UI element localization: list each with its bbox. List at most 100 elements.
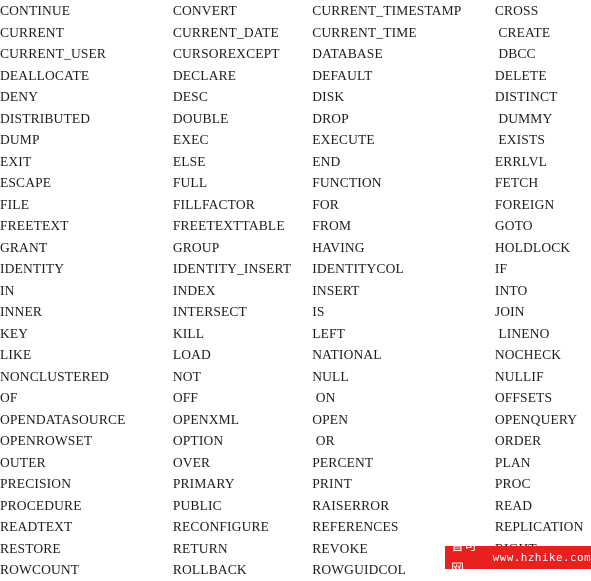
keyword-row: DEALLOCATE DECLARE DEFAULT DELETE — [0, 65, 591, 87]
keyword-cell: ORDER — [494, 433, 542, 448]
keyword-cell: OPENDATASOURCE — [0, 411, 126, 427]
keyword-cell: PUBLIC — [172, 497, 222, 513]
keyword-cell: IDENTITYCOL — [312, 261, 404, 276]
keyword-row: PROCEDURE PUBLIC RAISERROR READ — [0, 495, 591, 517]
keyword-cell: JOIN — [494, 304, 525, 319]
keyword-cell: RECONFIGURE — [172, 519, 270, 534]
watermark-badge: 智可网 www.hzhike.com — [445, 546, 591, 569]
keyword-row: DUMP EXEC EXECUTE EXISTS — [0, 129, 591, 151]
keyword-cell: FILE — [0, 196, 30, 212]
keyword-cell: OPENROWSET — [0, 433, 93, 448]
keyword-row: PRECISION PRIMARY PRINT PROC — [0, 473, 591, 495]
keyword-row: ESCAPE FULL FUNCTION FETCH — [0, 172, 591, 194]
keyword-row: OPENDATASOURCE OPENXML OPEN OPENQUERY — [0, 409, 591, 431]
keyword-cell: DBCC — [494, 46, 536, 61]
keyword-row: KEY KILL LEFT LINENO — [0, 323, 591, 345]
keyword-cell: CURSOREXCEPT — [172, 46, 280, 61]
keyword-cell: CURRENT_DATE — [172, 24, 279, 40]
keyword-cell: FILLFACTOR — [172, 196, 255, 212]
keyword-cell: FREETEXT — [0, 218, 69, 233]
keyword-cell: CONVERT — [172, 3, 237, 18]
keyword-row: OUTER OVER PERCENT PLAN — [0, 452, 591, 474]
keyword-cell: FREETEXTTABLE — [172, 218, 285, 233]
keyword-cell: DOUBLE — [172, 110, 229, 126]
keyword-cell: DISK — [312, 89, 345, 104]
keyword-cell: IF — [494, 261, 508, 276]
keyword-row: CURRENT_USER CURSOREXCEPT DATABASE DBCC — [0, 43, 591, 65]
keyword-cell: KEY — [0, 325, 29, 341]
keyword-cell: CROSS — [494, 3, 539, 18]
keyword-cell: NONCLUSTERED — [0, 368, 110, 384]
keyword-cell: INNER — [0, 304, 42, 319]
keyword-cell: HOLDLOCK — [494, 239, 571, 255]
keyword-cell: OUTER — [0, 454, 46, 470]
keyword-cell: PRIMARY — [172, 476, 235, 491]
keyword-cell: LIKE — [0, 347, 32, 362]
keyword-row: IDENTITY IDENTITY_INSERT IDENTITYCOL IF — [0, 258, 591, 280]
keyword-cell: DEFAULT — [312, 67, 373, 83]
keyword-cell: CURRENT_TIMESTAMP — [312, 3, 462, 18]
keyword-cell: NULLIF — [494, 368, 544, 384]
keyword-cell: DESC — [172, 89, 208, 104]
keyword-cell: IS — [312, 304, 325, 319]
keyword-cell: END — [312, 153, 341, 169]
keyword-cell: ESCAPE — [0, 175, 52, 190]
keyword-cell: NOT — [172, 368, 202, 384]
keyword-cell: RETURN — [172, 540, 228, 556]
keyword-cell: OFF — [172, 390, 199, 405]
keyword-cell: INDEX — [172, 282, 216, 298]
keyword-cell: DROP — [312, 110, 349, 126]
keyword-cell: FOREIGN — [494, 196, 555, 212]
keyword-cell: EXECUTE — [312, 132, 375, 147]
keyword-cell: DISTINCT — [494, 89, 558, 104]
keyword-cell: OVER — [172, 454, 211, 470]
keyword-cell: CREATE — [494, 24, 551, 40]
keyword-cell: ERRLVL — [494, 153, 547, 169]
keyword-cell: ELSE — [172, 153, 206, 169]
keyword-cell: PROC — [494, 476, 531, 491]
keyword-row: FILE FILLFACTOR FOR FOREIGN — [0, 194, 591, 216]
keyword-row: IN INDEX INSERT INTO — [0, 280, 591, 302]
keyword-cell: GOTO — [494, 218, 533, 233]
keyword-cell: LINENO — [494, 325, 550, 341]
keyword-cell: NOCHECK — [494, 347, 562, 362]
keyword-row: FREETEXT FREETEXTTABLE FROM GOTO — [0, 215, 591, 237]
keyword-cell: DECLARE — [172, 67, 237, 83]
keyword-cell: ROWCOUNT — [0, 562, 80, 577]
keyword-cell: DUMMY — [494, 110, 553, 126]
keyword-cell: IN — [0, 282, 15, 298]
keyword-cell: GROUP — [172, 239, 220, 255]
keyword-cell: OPENXML — [172, 411, 240, 427]
keyword-cell: INSERT — [312, 282, 360, 298]
keyword-cell: PERCENT — [312, 454, 374, 470]
keyword-cell: INTO — [494, 282, 528, 298]
keyword-cell: PRECISION — [0, 476, 72, 491]
keyword-cell: FUNCTION — [312, 175, 382, 190]
keyword-list-body: CONTINUE CONVERT CURRENT_TIMESTAMP CROSS CUR… — [0, 0, 591, 581]
keyword-cell: FULL — [172, 175, 208, 190]
keyword-cell: PRINT — [312, 476, 352, 491]
keyword-row: INNER INTERSECT IS JOIN — [0, 301, 591, 323]
keyword-cell: CURRENT_TIME — [312, 24, 417, 40]
keyword-cell: OPTION — [172, 433, 224, 448]
keyword-cell: OPENQUERY — [494, 411, 578, 427]
keyword-row: EXIT ELSE END ERRLVL — [0, 151, 591, 173]
keyword-cell: INTERSECT — [172, 304, 247, 319]
keyword-cell: IDENTITY_INSERT — [172, 261, 292, 276]
keyword-cell: RESTORE — [0, 540, 61, 556]
keyword-cell: NULL — [312, 368, 349, 384]
keyword-row: NONCLUSTERED NOT NULL NULLIF — [0, 366, 591, 388]
keyword-row: DISTRIBUTED DOUBLE DROP DUMMY — [0, 108, 591, 130]
keyword-list-table: CONTINUE CONVERT CURRENT_TIMESTAMP CROSS CUR… — [0, 0, 591, 581]
keyword-cell: REFERENCES — [312, 519, 399, 534]
keyword-cell: FOR — [312, 196, 339, 212]
keyword-cell: PLAN — [494, 454, 531, 470]
keyword-cell: DENY — [0, 89, 39, 104]
keyword-cell: OPEN — [312, 411, 349, 427]
keyword-cell: OF — [0, 390, 18, 405]
keyword-cell: GRANT — [0, 239, 48, 255]
watermark-brand: 智可网 — [451, 546, 478, 569]
keyword-row: GRANT GROUP HAVING HOLDLOCK — [0, 237, 591, 259]
keyword-cell: REPLICATION — [494, 519, 584, 534]
keyword-row: LIKE LOAD NATIONAL NOCHECK — [0, 344, 591, 366]
